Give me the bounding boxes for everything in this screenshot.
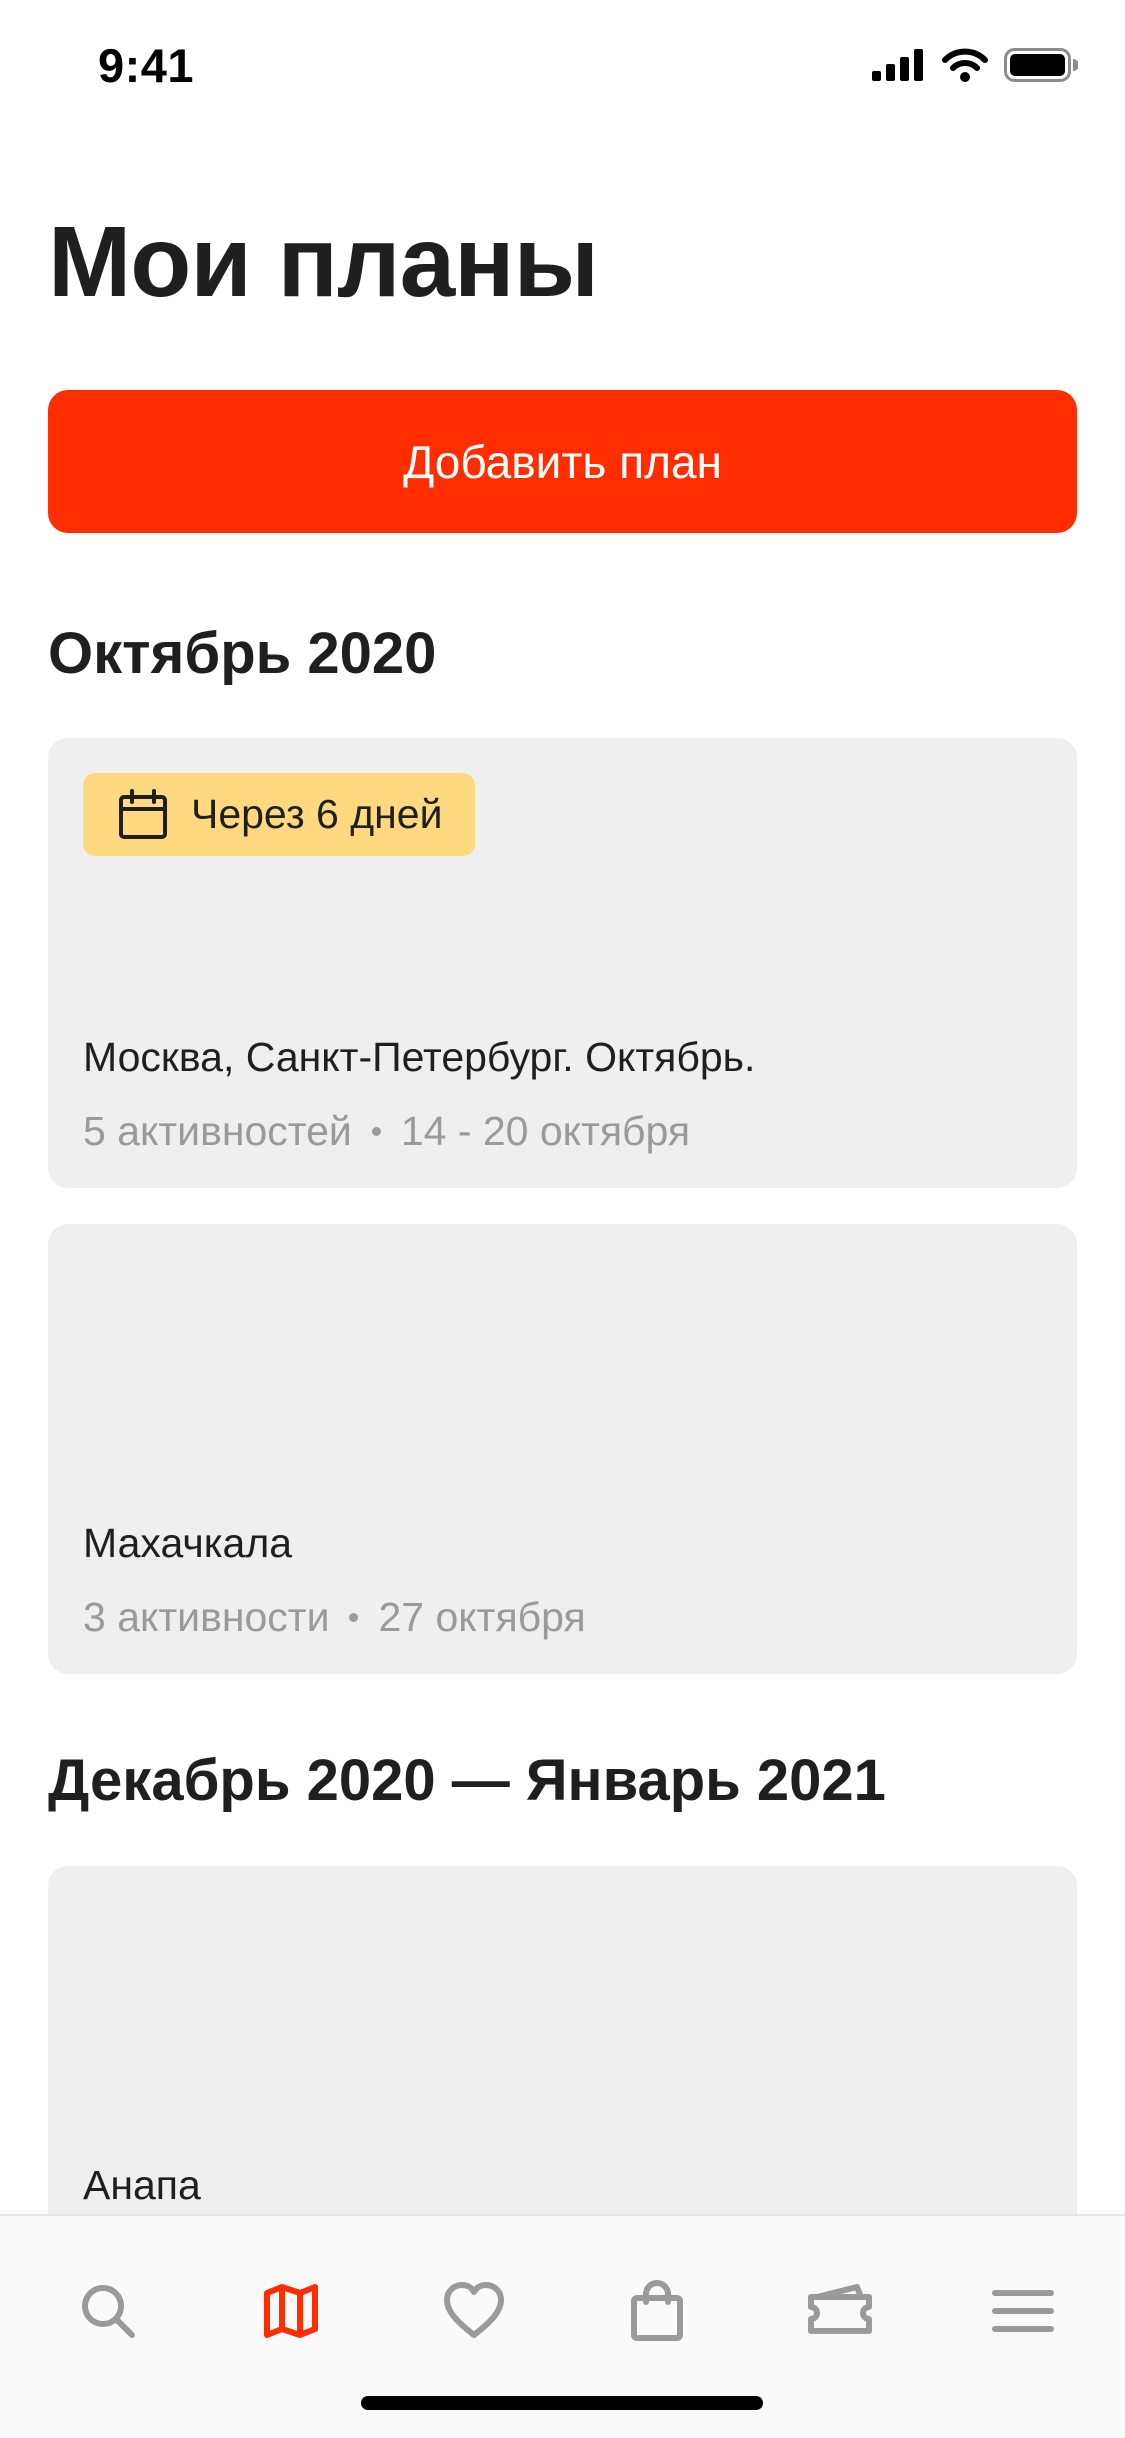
search-icon: [82, 2285, 135, 2338]
section-heading-december-january: Декабрь 2020 — Январь 2021: [48, 1748, 886, 1813]
status-icons: [872, 48, 1078, 82]
plan-activities-count: 5 активностей: [83, 1108, 352, 1154]
plan-card-moscow-spb[interactable]: Через 6 дней Москва, Санкт-Петербург. Ок…: [48, 738, 1077, 1188]
plan-title: Москва, Санкт-Петербург. Октябрь.: [83, 1034, 756, 1080]
menu-icon: [992, 2290, 1054, 2332]
countdown-label: Через 6 дней: [191, 791, 443, 837]
tab-menu[interactable]: [978, 2266, 1068, 2356]
map-icon: [264, 2284, 318, 2338]
tab-plans[interactable]: [246, 2266, 336, 2356]
shopping-bag-icon: [631, 2280, 683, 2341]
ticket-icon: [808, 2284, 872, 2334]
add-plan-button[interactable]: Добавить план: [48, 390, 1077, 533]
plan-meta: 5 активностей 14 - 20 октября: [83, 1108, 690, 1155]
plan-dates: 14 - 20 октября: [400, 1108, 691, 1154]
plan-title: Махачкала: [83, 1520, 293, 1566]
plan-activities-count: 3 активности: [83, 1594, 330, 1640]
wifi-icon: [942, 48, 988, 82]
separator-dot: [371, 1127, 381, 1136]
calendar-icon: [119, 788, 167, 839]
tab-favorites[interactable]: [429, 2266, 519, 2356]
plan-dates: 27 октября: [378, 1594, 586, 1640]
tab-tickets[interactable]: [795, 2266, 885, 2356]
section-heading-october-2020: Октябрь 2020: [48, 621, 437, 686]
home-indicator[interactable]: [361, 2396, 763, 2410]
plan-card-makhachkala[interactable]: Махачкала 3 активности 27 октября: [48, 1224, 1077, 1674]
tab-cart[interactable]: [612, 2266, 702, 2356]
status-time: 9:41: [98, 39, 195, 92]
plan-meta: 3 активности 27 октября: [83, 1594, 586, 1641]
cellular-signal-icon: [872, 49, 923, 81]
plan-title: Анапа: [83, 2162, 201, 2208]
tab-search[interactable]: [63, 2266, 153, 2356]
tab-bar: [0, 2214, 1125, 2438]
heart-icon: [444, 2282, 504, 2338]
countdown-badge: Через 6 дней: [83, 773, 475, 856]
separator-dot: [349, 1613, 359, 1622]
status-bar: 9:41: [0, 0, 1125, 132]
page-title: Мои планы: [48, 206, 599, 318]
battery-icon: [1004, 48, 1078, 82]
